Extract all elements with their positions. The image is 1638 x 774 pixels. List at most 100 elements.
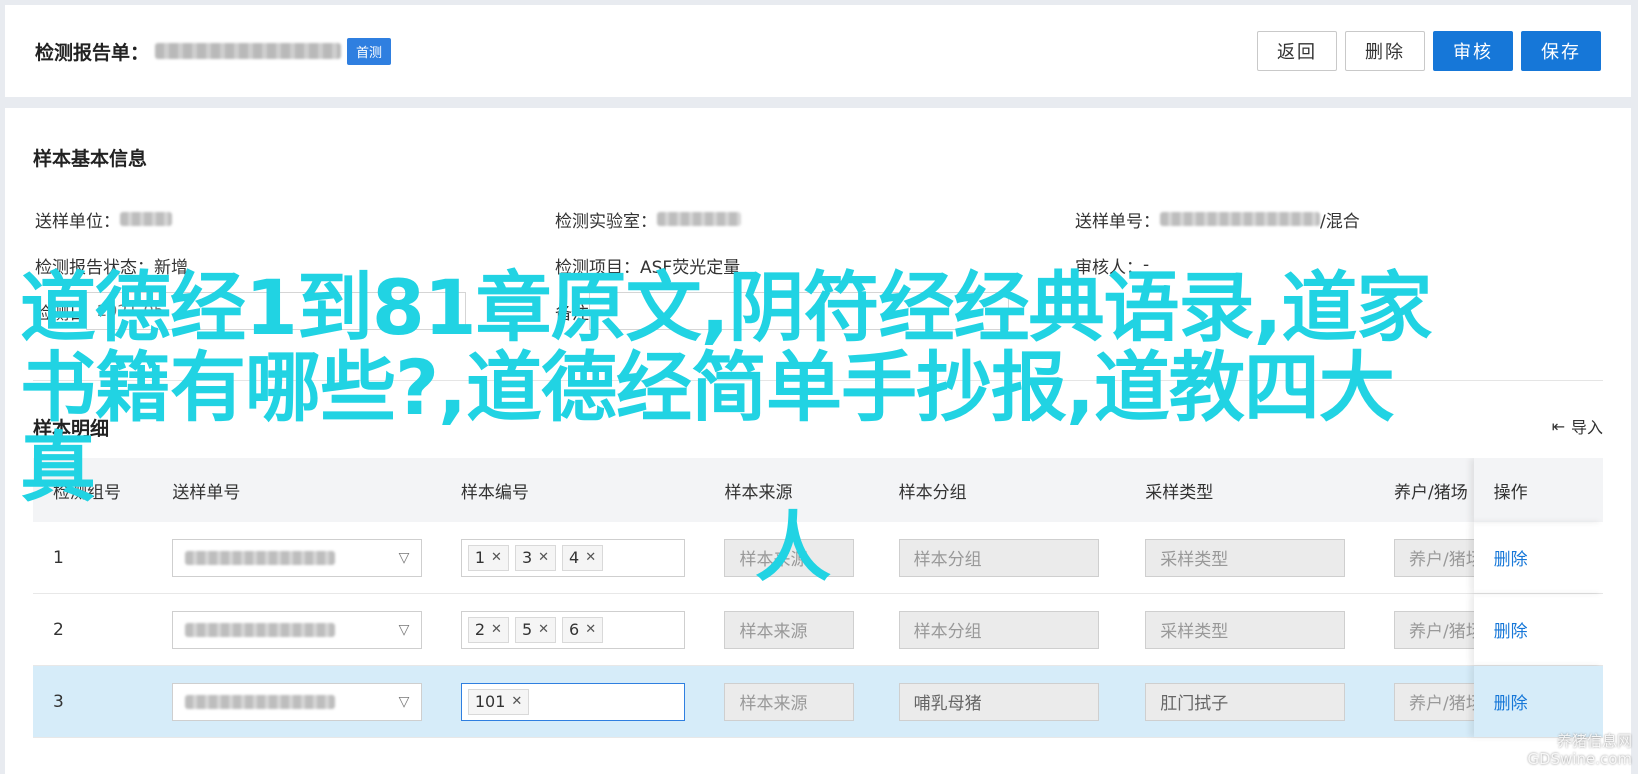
send-no-suffix: /混合: [1320, 211, 1360, 232]
info-input-row: 检测日 2021-05 备注: [35, 288, 1615, 334]
tag-label: 6: [569, 620, 580, 639]
detail-title: 样本明细: [33, 418, 110, 440]
lab-label: 检测实验室：: [555, 211, 657, 232]
source-input[interactable]: 样本来源: [724, 538, 855, 577]
content-card: 样本基本信息 送样单位： 检测实验室： 送样单号： /混合 检测报告状态： 新增: [5, 108, 1631, 774]
tag-label: 4: [569, 548, 580, 567]
group-no: 3: [53, 691, 64, 712]
site-watermark: 养猪信息网 GDSwine.com: [1527, 732, 1632, 768]
close-icon[interactable]: ✕: [538, 550, 549, 565]
send-unit-field: 送样单位：: [35, 207, 555, 232]
table-header: 检测组号 送样单号 样本编号 样本来源 样本分组 采样类型 养户/猪场 操作: [33, 458, 1603, 522]
send-unit-label: 送样单位：: [35, 211, 120, 232]
header-bar: 检测报告单： 首测 返回 删除 审核 保存: [5, 5, 1631, 97]
status-label: 检测报告状态：: [35, 257, 154, 278]
row-delete-link[interactable]: 删除: [1494, 545, 1528, 570]
tag-label: 1: [474, 548, 486, 567]
back-button[interactable]: 返回: [1257, 31, 1337, 71]
chevron-down-icon: ▽: [398, 549, 410, 566]
remark-label: 备注: [555, 303, 589, 324]
send-no-select[interactable]: ▽: [172, 682, 423, 721]
item-field: 检测项目： ASF荧光定量: [555, 253, 1075, 278]
sample-tag: 101 ✕: [467, 688, 530, 715]
report-number-redacted: [155, 43, 342, 59]
remark-field: 备注: [555, 292, 1075, 330]
col-header: 样本来源: [724, 482, 793, 503]
group-no: 1: [53, 547, 64, 568]
table-row: 1 ▽ 1✕ 3✕ 4✕ 样本来源 样本分组 采样类型 养户/猪场 删除: [33, 522, 1603, 594]
status-field: 检测报告状态： 新增: [35, 253, 555, 278]
send-no-redacted: [185, 622, 336, 637]
farm-input[interactable]: 养户/猪场: [1393, 682, 1474, 721]
source-input[interactable]: 样本来源: [724, 682, 855, 721]
delete-button[interactable]: 删除: [1345, 31, 1425, 71]
close-icon[interactable]: ✕: [538, 622, 549, 637]
col-header: 采样类型: [1145, 482, 1214, 503]
close-icon[interactable]: ✕: [511, 694, 522, 709]
send-no-select[interactable]: ▽: [172, 538, 423, 577]
type-input[interactable]: 肛门拭子: [1145, 682, 1346, 721]
farm-input[interactable]: 养户/猪场: [1393, 538, 1474, 577]
time-input[interactable]: 2021-05: [86, 292, 466, 330]
tag-label: 2: [474, 620, 486, 639]
row-delete-link[interactable]: 删除: [1494, 689, 1528, 714]
reviewer-label: 审核人：: [1075, 257, 1143, 278]
reviewer-value: -: [1143, 255, 1150, 275]
send-no-label: 送样单号：: [1075, 211, 1160, 232]
site-watermark-line: 养猪信息网: [1556, 732, 1632, 750]
source-input[interactable]: 样本来源: [724, 610, 855, 649]
col-header: 检测组号: [53, 482, 121, 503]
import-icon: ⇤: [1551, 416, 1565, 436]
info-row: 送样单位： 检测实验室： 送样单号： /混合: [35, 196, 1615, 242]
col-header: 样本分组: [898, 482, 967, 503]
type-input[interactable]: 采样类型: [1145, 538, 1346, 577]
sample-no-tag-input[interactable]: 1 ✕ 3 ✕ 4 ✕: [460, 538, 685, 577]
page-title: 检测报告单：: [35, 41, 150, 64]
sample-tag: 2 ✕: [467, 616, 509, 643]
remark-input[interactable]: [589, 292, 1009, 330]
col-header: 养户/猪场: [1393, 482, 1468, 503]
sample-tag: 4 ✕: [562, 544, 604, 571]
close-icon[interactable]: ✕: [491, 550, 502, 565]
send-no-redacted: [185, 550, 336, 565]
send-no-select[interactable]: ▽: [172, 610, 423, 649]
reviewer-field: 审核人： -: [1075, 253, 1595, 278]
sample-tag: 5 ✕: [514, 616, 557, 643]
close-icon[interactable]: ✕: [585, 622, 596, 637]
table-row: 3 ▽ 101 ✕ 样本来源 哺乳母猪 肛门拭子 养户/猪场 删除: [33, 666, 1603, 738]
review-button[interactable]: 审核: [1433, 31, 1513, 71]
item-value: ASF荧光定量: [640, 257, 741, 278]
row-delete-link[interactable]: 删除: [1494, 617, 1528, 642]
item-label: 检测项目：: [555, 257, 640, 278]
farm-input[interactable]: 养户/猪场: [1393, 610, 1474, 649]
save-button[interactable]: 保存: [1521, 31, 1601, 71]
import-button[interactable]: ⇤ 导入: [1552, 414, 1603, 438]
import-label: 导入: [1570, 418, 1603, 437]
close-icon[interactable]: ✕: [585, 550, 596, 565]
tag-label: 3: [521, 548, 533, 567]
send-no-redacted: [185, 694, 336, 709]
sample-no-tag-input[interactable]: 101 ✕: [460, 682, 685, 721]
table-row: 2 ▽ 2✕ 5✕ 6✕ 样本来源 样本分组 采样类型 养户/猪场 删除: [33, 594, 1603, 666]
section-divider: [33, 380, 1603, 381]
tag-label: 5: [521, 620, 533, 639]
lab-field: 检测实验室：: [555, 207, 1075, 232]
col-header: 样本编号: [460, 482, 529, 503]
send-no-value-redacted: [1160, 212, 1320, 226]
group-input[interactable]: 样本分组: [898, 538, 1099, 577]
group-input[interactable]: 哺乳母猪: [898, 682, 1099, 721]
status-value: 新增: [154, 257, 188, 278]
basic-info-grid: 送样单位： 检测实验室： 送样单号： /混合 检测报告状态： 新增 检测项目： …: [35, 196, 1615, 334]
col-header: 操作: [1473, 458, 1603, 522]
detail-table: 检测组号 送样单号 样本编号 样本来源 样本分组 采样类型 养户/猪场 操作 1…: [33, 458, 1603, 774]
time-field: 检测日 2021-05: [35, 292, 555, 330]
close-icon[interactable]: ✕: [491, 622, 502, 637]
status-badge: 首测: [347, 37, 392, 65]
info-row: 检测报告状态： 新增 检测项目： ASF荧光定量 审核人： -: [35, 242, 1615, 288]
type-input[interactable]: 采样类型: [1145, 610, 1346, 649]
chevron-down-icon: ▽: [398, 621, 410, 638]
sample-no-tag-input[interactable]: 2 ✕ 5 ✕ 6 ✕: [460, 610, 685, 649]
header-actions: 返回 删除 审核 保存: [1257, 31, 1601, 71]
group-input[interactable]: 样本分组: [898, 610, 1099, 649]
chevron-down-icon: ▽: [398, 693, 410, 710]
